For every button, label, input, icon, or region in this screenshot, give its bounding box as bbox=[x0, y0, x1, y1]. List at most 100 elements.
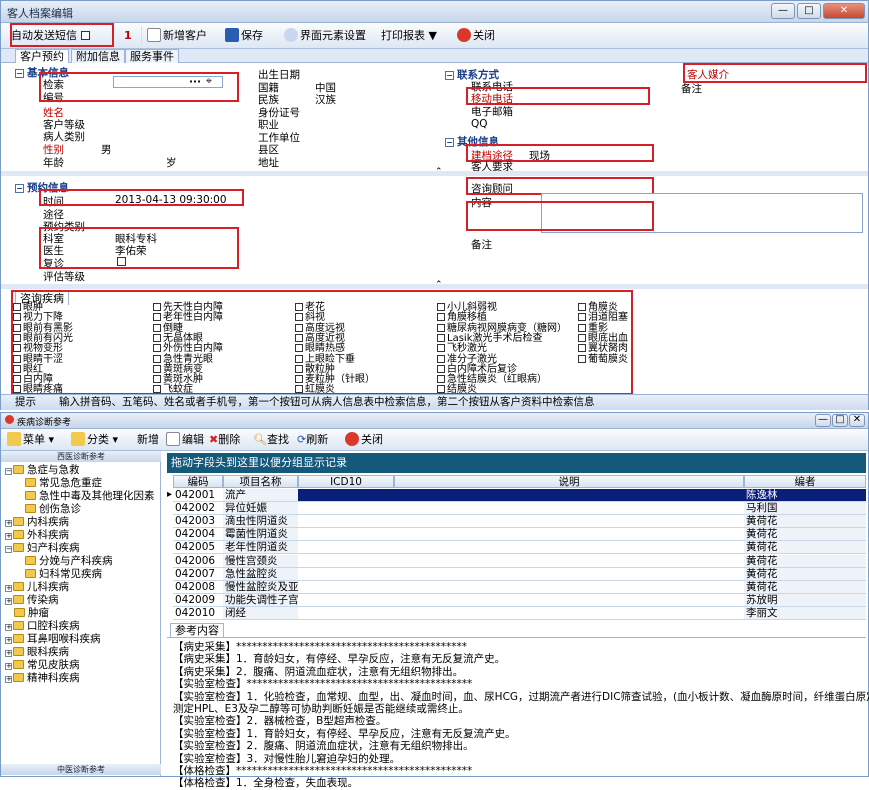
disease-checkbox[interactable] bbox=[295, 344, 303, 353]
menu-button[interactable]: 菜单 ▾ bbox=[7, 431, 54, 449]
tree-node[interactable]: + 儿科疾病 bbox=[5, 581, 69, 594]
disease-checkbox[interactable] bbox=[13, 333, 21, 342]
table-row[interactable]: 042003 滴虫性阴道炎 黄荷花 bbox=[167, 515, 866, 529]
disease-checkbox[interactable] bbox=[295, 303, 303, 311]
save-button[interactable]: 保存 bbox=[225, 27, 263, 45]
disease-checkbox[interactable] bbox=[13, 364, 21, 373]
tree-node[interactable]: + 常见皮肤病 bbox=[5, 659, 80, 672]
tree-node[interactable]: + 传染病 bbox=[5, 594, 59, 607]
column-header[interactable]: 说明 bbox=[394, 475, 744, 488]
splitter[interactable]: ⌃ bbox=[1, 167, 868, 177]
tree-node[interactable]: 常见急危重症 bbox=[25, 477, 102, 490]
disease-checkbox[interactable] bbox=[153, 323, 161, 332]
tab-extra-info[interactable]: 附加信息 bbox=[71, 49, 125, 63]
expand-icon[interactable]: + bbox=[5, 624, 12, 631]
tree-node[interactable]: 肿瘤 bbox=[14, 607, 49, 620]
disease-checkbox[interactable] bbox=[13, 303, 21, 311]
disease-checkbox[interactable] bbox=[13, 344, 21, 353]
column-header[interactable]: ICD10 bbox=[298, 475, 394, 488]
table-row[interactable]: 042004 霉菌性阴道炎 黄荷花 bbox=[167, 528, 866, 542]
disease-checkbox[interactable] bbox=[295, 375, 303, 384]
disease-checkbox[interactable] bbox=[437, 344, 445, 353]
disease-checkbox[interactable] bbox=[153, 313, 161, 322]
disease-checkbox[interactable] bbox=[153, 354, 161, 363]
expand-icon[interactable]: + bbox=[5, 585, 12, 592]
disease-checkbox[interactable] bbox=[295, 385, 303, 394]
disease-checkbox[interactable] bbox=[437, 303, 445, 311]
disease-checkbox[interactable] bbox=[153, 385, 161, 394]
close-window-button-2[interactable]: ✕ bbox=[849, 414, 865, 427]
disease-checkbox[interactable] bbox=[13, 354, 21, 363]
tree-node[interactable]: − 妇产科疾病 bbox=[5, 542, 80, 555]
maximize-button-2[interactable]: □ bbox=[832, 414, 848, 427]
group-panel[interactable]: 拖动字段头到这里以便分组显示记录 bbox=[167, 453, 866, 473]
gender-value[interactable]: 男 bbox=[101, 142, 112, 157]
close-window-button[interactable]: ✕ bbox=[823, 3, 865, 19]
minimize-button-2[interactable]: — bbox=[815, 414, 831, 427]
disease-checkbox[interactable] bbox=[295, 354, 303, 363]
disease-checkbox[interactable] bbox=[295, 313, 303, 322]
disease-checkbox[interactable] bbox=[13, 323, 21, 332]
minimize-button[interactable]: — bbox=[771, 3, 795, 19]
expand-icon[interactable]: + bbox=[5, 650, 12, 657]
tree-node[interactable]: + 内科疾病 bbox=[5, 516, 69, 529]
expand-icon[interactable]: + bbox=[5, 637, 12, 644]
disease-checkbox[interactable] bbox=[437, 333, 445, 342]
table-row[interactable]: 042009功能失调性子宫出 苏放明 bbox=[167, 593, 866, 607]
edit-button[interactable]: 编辑 bbox=[166, 431, 204, 449]
collapse-icon[interactable]: − bbox=[5, 546, 12, 553]
disease-checkbox[interactable] bbox=[578, 313, 586, 322]
expand-icon[interactable]: + bbox=[5, 663, 12, 670]
column-header[interactable]: 项目名称 bbox=[223, 475, 298, 488]
tree-node[interactable]: + 眼科疾病 bbox=[5, 646, 69, 659]
tree-node[interactable]: + 精神科疾病 bbox=[5, 672, 80, 685]
table-row[interactable]: 042008慢性盆腔炎及亚急 黄荷花 bbox=[167, 580, 866, 594]
disease-checkbox[interactable] bbox=[295, 333, 303, 342]
table-row[interactable]: 042007 急性盆腔炎 黄荷花 bbox=[167, 567, 866, 581]
disease-checkbox[interactable] bbox=[578, 303, 586, 311]
tree-header[interactable]: 西医诊断参考 bbox=[1, 451, 161, 462]
print-report-button[interactable]: 打印报表 ▼ bbox=[381, 27, 437, 45]
disease-checkbox[interactable] bbox=[295, 323, 303, 332]
disease-option[interactable]: 葡萄膜炎 bbox=[578, 354, 628, 365]
table-row[interactable]: 042006 慢性宫颈炎 黄荷花 bbox=[167, 554, 866, 568]
tab-service-events[interactable]: 服务事件 bbox=[125, 49, 179, 63]
table-row[interactable]: ▸ 042001 流产 陈逸林 bbox=[167, 489, 866, 502]
ui-settings-button[interactable]: 界面元素设置 bbox=[284, 27, 366, 45]
expand-icon[interactable]: + bbox=[5, 533, 12, 540]
disease-checkbox[interactable] bbox=[437, 323, 445, 332]
disease-checkbox[interactable] bbox=[153, 364, 161, 373]
new-customer-button[interactable]: 新增客户 bbox=[147, 27, 207, 45]
disease-checkbox[interactable] bbox=[153, 333, 161, 342]
disease-checkbox[interactable] bbox=[437, 354, 445, 363]
disease-checkbox[interactable] bbox=[153, 303, 161, 311]
tree-node[interactable]: + 耳鼻咽喉科疾病 bbox=[5, 633, 101, 646]
close-button-2[interactable]: 关闭 bbox=[345, 431, 383, 449]
disease-checkbox[interactable] bbox=[13, 375, 21, 384]
tree-footer[interactable]: 中医诊断参考 bbox=[1, 764, 161, 775]
disease-checkbox[interactable] bbox=[578, 344, 586, 353]
add-button[interactable]: 新增 bbox=[137, 431, 159, 449]
disease-checkbox[interactable] bbox=[437, 313, 445, 322]
table-row[interactable]: 042010 闭经 李丽文 bbox=[167, 606, 866, 620]
column-header[interactable]: 编码 bbox=[173, 475, 223, 488]
category-button[interactable]: 分类 ▾ bbox=[71, 431, 118, 449]
disease-checkbox[interactable] bbox=[153, 344, 161, 353]
disease-checkbox[interactable] bbox=[153, 375, 161, 384]
disease-checkbox[interactable] bbox=[295, 364, 303, 373]
expand-icon[interactable]: + bbox=[5, 676, 12, 683]
table-row[interactable]: 042002 异位妊娠 马利国 bbox=[167, 502, 866, 516]
refresh-button[interactable]: ⟳刷新 bbox=[297, 431, 328, 449]
close-button[interactable]: 关闭 bbox=[457, 27, 495, 45]
disease-checkbox[interactable] bbox=[13, 313, 21, 322]
column-header[interactable]: 编者 bbox=[744, 475, 866, 488]
tree-node[interactable]: + 口腔科疾病 bbox=[5, 620, 80, 633]
tree-node[interactable]: 创伤急诊 bbox=[25, 503, 81, 516]
tree-node[interactable]: 急性中毒及其他理化因素 bbox=[25, 490, 155, 503]
disease-checkbox[interactable] bbox=[437, 375, 445, 384]
table-row[interactable]: 042005 老年性阴道炎 黄荷花 bbox=[167, 541, 866, 555]
tree-node[interactable]: 妇科常见疾病 bbox=[25, 568, 102, 581]
disease-checkbox[interactable] bbox=[578, 333, 586, 342]
tree-node[interactable]: + 外科疾病 bbox=[5, 529, 69, 542]
disease-checkbox[interactable] bbox=[437, 385, 445, 394]
